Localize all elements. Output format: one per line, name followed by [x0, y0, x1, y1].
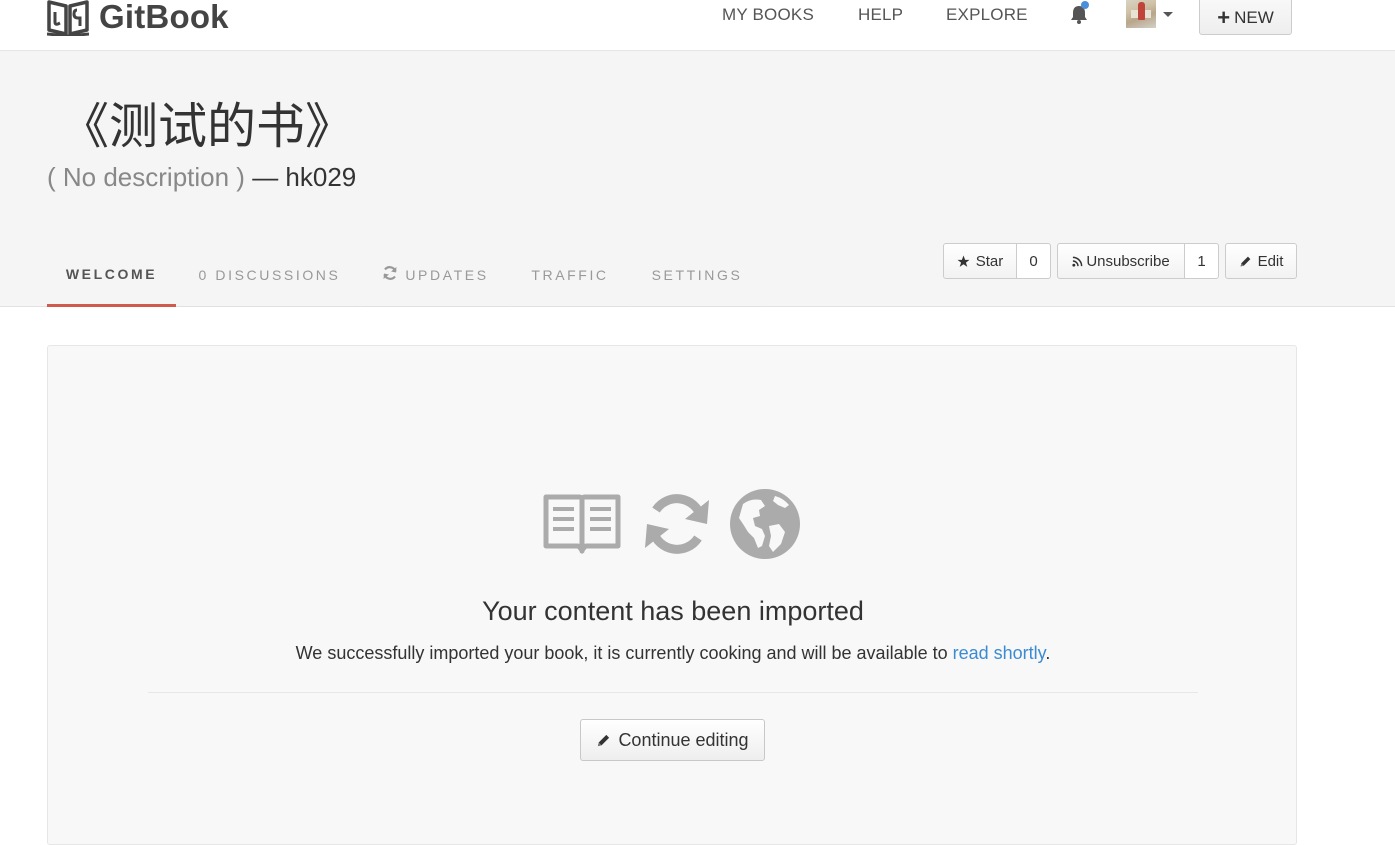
- import-success-title: Your content has been imported: [482, 596, 864, 626]
- brand-logo-link[interactable]: GitBook: [47, 0, 229, 39]
- import-icons-row: [543, 488, 801, 560]
- tab-discussions[interactable]: 0 DISCUSSIONS: [181, 243, 358, 307]
- import-success-message: We successfully imported your book, it i…: [48, 643, 1298, 664]
- refresh-icon: [382, 265, 398, 284]
- star-button[interactable]: Star: [943, 243, 1017, 279]
- book-author[interactable]: hk029: [285, 162, 356, 192]
- star-button-group: Star 0: [943, 243, 1051, 279]
- new-book-button[interactable]: + NEW: [1199, 0, 1292, 35]
- notification-dot: [1081, 1, 1089, 9]
- continue-editing-label: Continue editing: [618, 729, 749, 750]
- welcome-panel: Your content has been imported We succes…: [47, 345, 1297, 845]
- edit-label: Edit: [1257, 252, 1284, 270]
- tab-updates-label: UPDATES: [405, 266, 489, 283]
- book-title: 《测试的书》: [60, 98, 355, 155]
- book-icon: [543, 494, 621, 554]
- tab-welcome[interactable]: WELCOME: [47, 243, 176, 307]
- message-end: .: [1045, 643, 1051, 663]
- edit-button[interactable]: Edit: [1225, 243, 1297, 279]
- tab-welcome-label: WELCOME: [65, 265, 158, 282]
- nav-explore[interactable]: EXPLORE: [946, 5, 1028, 25]
- panel-divider: [148, 692, 1198, 693]
- brand-name: GitBook: [99, 0, 229, 35]
- user-avatar[interactable]: [1126, 0, 1156, 28]
- star-label: Star: [975, 252, 1004, 270]
- subscriber-count[interactable]: 1: [1185, 243, 1219, 279]
- gitbook-logo-icon: [47, 0, 89, 36]
- tab-settings-label: SETTINGS: [651, 266, 743, 283]
- continue-editing-button[interactable]: Continue editing: [580, 719, 765, 761]
- globe-icon: [730, 489, 800, 559]
- nav-my-books[interactable]: MY BOOKS: [722, 5, 814, 25]
- subscribe-button-group: Unsubscribe 1: [1057, 243, 1219, 279]
- rss-icon: [1072, 256, 1083, 267]
- tab-traffic[interactable]: TRAFFIC: [512, 243, 628, 307]
- tab-discussions-label: 0 DISCUSSIONS: [198, 266, 341, 283]
- user-menu-chevron-down-icon[interactable]: [1163, 12, 1173, 17]
- pencil-icon: [1239, 255, 1252, 268]
- tab-updates[interactable]: UPDATES: [363, 243, 508, 307]
- book-header: 《测试的书》 ( No description ) — hk029 WELCOM…: [0, 51, 1395, 307]
- book-subtitle: ( No description ) — hk029: [47, 162, 356, 193]
- book-description: ( No description ): [47, 162, 245, 192]
- nav-help[interactable]: HELP: [858, 5, 903, 25]
- star-icon: [957, 255, 970, 268]
- subtitle-separator: —: [244, 162, 286, 192]
- tab-settings[interactable]: SETTINGS: [633, 243, 761, 307]
- pencil-icon: [596, 733, 611, 748]
- read-shortly-link[interactable]: read shortly: [953, 643, 1046, 663]
- top-navbar: GitBook MY BOOKS HELP EXPLORE + NEW: [0, 0, 1395, 51]
- star-count[interactable]: 0: [1017, 243, 1051, 279]
- plus-icon: +: [1217, 4, 1231, 30]
- new-button-label: NEW: [1234, 7, 1274, 27]
- tab-traffic-label: TRAFFIC: [531, 266, 609, 283]
- message-text: We successfully imported your book, it i…: [295, 643, 953, 663]
- edit-button-group: Edit: [1225, 243, 1297, 279]
- refresh-icon: [645, 494, 709, 554]
- unsubscribe-button[interactable]: Unsubscribe: [1057, 243, 1185, 279]
- unsubscribe-label: Unsubscribe: [1086, 252, 1170, 270]
